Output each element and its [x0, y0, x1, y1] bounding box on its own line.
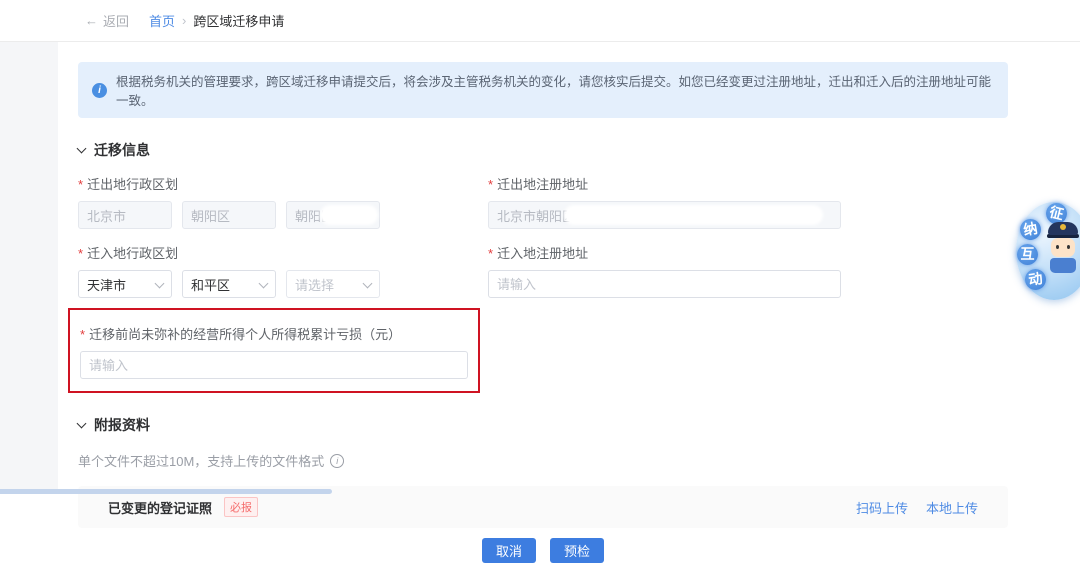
required-mark: *	[78, 246, 83, 261]
section-attachments-header[interactable]: 附报资料	[78, 415, 1080, 435]
footer-actions: 取消 预检	[78, 538, 1008, 563]
format-info-icon[interactable]: i	[330, 454, 344, 468]
migration-form: *迁出地行政区划 *迁出地注册地址	[78, 160, 1080, 298]
out-address-field: *迁出地注册地址	[488, 160, 1080, 229]
required-mark: *	[80, 327, 85, 342]
tax-mascot-icon	[1046, 222, 1080, 286]
breadcrumb-current: 跨区域迁移申请	[193, 11, 284, 30]
required-mark: *	[78, 177, 83, 192]
section-attachments-title: 附报资料	[94, 415, 150, 435]
tax-interaction-widget[interactable]: 征 纳 互 动	[1016, 202, 1080, 300]
section-migration-title: 迁移信息	[94, 140, 150, 160]
precheck-button[interactable]: 预检	[550, 538, 604, 563]
in-address-field: *迁入地注册地址	[488, 229, 1080, 298]
in-address-input[interactable]	[488, 270, 841, 298]
info-banner: i 根据税务机关的管理要求，跨区域迁移申请提交后，将会涉及主管税务机关的变化，请…	[78, 62, 1008, 118]
out-address-label: *迁出地注册地址	[488, 174, 1080, 193]
section-migration-header[interactable]: 迁移信息	[78, 140, 1080, 160]
chevron-down-icon	[259, 278, 269, 288]
in-address-label: *迁入地注册地址	[488, 243, 1080, 262]
attachment-name: 已变更的登记证照	[108, 498, 212, 517]
local-upload-link[interactable]: 本地上传	[926, 498, 978, 517]
horizontal-scrollbar[interactable]	[0, 489, 332, 494]
loss-input[interactable]	[80, 351, 468, 379]
main-content: i 根据税务机关的管理要求，跨区域迁移申请提交后，将会涉及主管税务机关的变化，请…	[58, 42, 1080, 494]
chevron-down-icon	[77, 143, 87, 153]
in-province-select[interactable]: 天津市	[78, 270, 172, 298]
highlight-box: *迁移前尚未弥补的经营所得个人所得税累计亏损（元）	[68, 308, 480, 393]
out-city-input	[182, 201, 276, 229]
in-district-select[interactable]: 请选择	[286, 270, 380, 298]
chevron-down-icon	[77, 418, 87, 428]
chevron-down-icon	[363, 278, 373, 288]
chevron-down-icon	[155, 278, 165, 288]
cancel-button[interactable]: 取消	[482, 538, 536, 563]
required-badge: 必报	[224, 497, 258, 517]
out-province-input	[78, 201, 172, 229]
breadcrumb-home[interactable]: 首页	[149, 11, 175, 30]
out-region-field: *迁出地行政区划	[78, 160, 488, 229]
info-banner-text: 根据税务机关的管理要求，跨区域迁移申请提交后，将会涉及主管税务机关的变化，请您核…	[116, 71, 994, 109]
top-bar: ← 返回 首页 › 跨区域迁移申请	[0, 0, 1080, 42]
in-city-select[interactable]: 和平区	[182, 270, 276, 298]
redaction-blob	[566, 207, 821, 223]
loss-field-label: *迁移前尚未弥补的经营所得个人所得税累计亏损（元）	[80, 324, 468, 343]
info-icon: i	[92, 83, 107, 98]
left-gutter	[0, 42, 58, 494]
breadcrumb-separator-icon: ›	[182, 13, 186, 28]
required-mark: *	[488, 246, 493, 261]
upload-hint: 单个文件不超过10M，支持上传的文件格式 i	[78, 451, 1080, 470]
in-region-field: *迁入地行政区划 天津市 和平区 请选择	[78, 229, 488, 298]
scan-upload-link[interactable]: 扫码上传	[856, 498, 908, 517]
out-region-label: *迁出地行政区划	[78, 174, 488, 193]
in-region-label: *迁入地行政区划	[78, 243, 488, 262]
redaction-blob	[322, 207, 376, 223]
back-label: 返回	[103, 11, 129, 30]
back-arrow-icon: ←	[85, 13, 98, 28]
required-mark: *	[488, 177, 493, 192]
widget-char: 互	[1017, 244, 1038, 265]
back-button[interactable]: ← 返回	[85, 11, 129, 30]
